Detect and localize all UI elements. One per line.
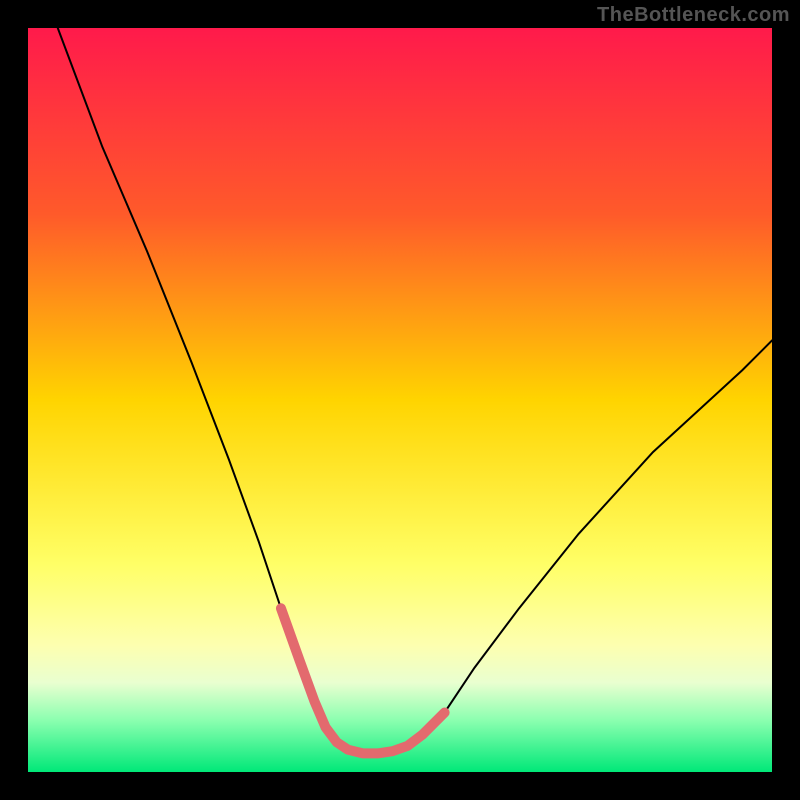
watermark-label: TheBottleneck.com [597,4,790,27]
bottleneck-chart [28,28,772,772]
chart-frame: TheBottleneck.com [0,0,800,800]
plot-background [28,28,772,772]
